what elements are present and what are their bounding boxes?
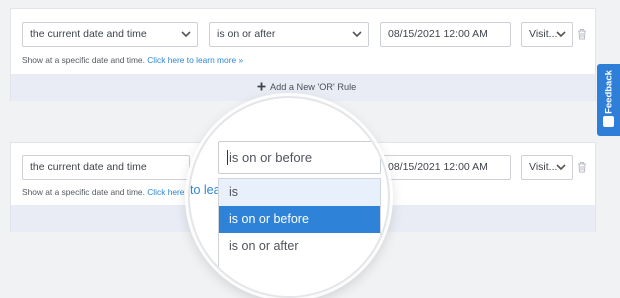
trash-icon[interactable] bbox=[577, 161, 587, 173]
chevron-down-icon bbox=[556, 31, 566, 37]
rule-hint-1: Show at a specific date and time. Click … bbox=[22, 55, 243, 65]
magnifier-content: to lea is on or before is is on or befor… bbox=[190, 98, 388, 296]
condition-select-2[interactable]: the current date and time bbox=[22, 155, 190, 180]
feedback-tab[interactable]: Feedback bbox=[597, 64, 620, 136]
rule-hint-1-text: Show at a specific date and time. bbox=[22, 55, 145, 65]
condition-select-2-value: the current date and time bbox=[30, 161, 147, 173]
operator-select-1-value: is on or after bbox=[217, 28, 276, 40]
datetime-input-2[interactable]: 08/15/2021 12:00 AM bbox=[380, 155, 511, 180]
learn-more-link-magnified[interactable]: to lea bbox=[190, 183, 221, 197]
learn-more-link-1[interactable]: Click here to learn more » bbox=[147, 55, 243, 65]
add-or-rule-button[interactable]: Add a New 'OR' Rule bbox=[257, 82, 356, 92]
operator-select-2-value: is on or before bbox=[229, 150, 313, 165]
rule-hint-2-text: Show at a specific date and time. bbox=[22, 187, 145, 197]
chevron-down-icon bbox=[556, 164, 566, 170]
text-caret bbox=[227, 150, 228, 165]
condition-select-1-value: the current date and time bbox=[30, 28, 147, 40]
dropdown-option-is[interactable]: is bbox=[219, 179, 380, 206]
feedback-icon bbox=[603, 116, 614, 127]
timezone-select-1[interactable]: Visit... bbox=[521, 22, 573, 47]
feedback-label: Feedback bbox=[603, 70, 614, 114]
timezone-select-1-value: Visit... bbox=[529, 28, 558, 40]
timezone-select-2-value: Visit... bbox=[529, 161, 558, 173]
timezone-select-2[interactable]: Visit... bbox=[521, 155, 573, 180]
trash-icon[interactable] bbox=[577, 28, 587, 40]
dropdown-option-is-on-or-after[interactable]: is on or after bbox=[219, 233, 380, 260]
condition-select-1[interactable]: the current date and time bbox=[22, 22, 198, 47]
rule-group-1: the current date and time is on or after… bbox=[10, 8, 596, 101]
dropdown-option-is-on-or-before[interactable]: is on or before bbox=[219, 206, 380, 233]
chevron-down-icon bbox=[181, 31, 191, 37]
datetime-input-2-value: 08/15/2021 12:00 AM bbox=[388, 161, 488, 173]
datetime-input-1[interactable]: 08/15/2021 12:00 AM bbox=[380, 22, 511, 47]
operator-dropdown-menu: is is on or before is on or after bbox=[218, 178, 381, 296]
add-or-rule-label: Add a New 'OR' Rule bbox=[270, 82, 357, 92]
datetime-input-1-value: 08/15/2021 12:00 AM bbox=[388, 28, 488, 40]
plus-icon bbox=[257, 82, 266, 91]
rule-hint-2: Show at a specific date and time. Click … bbox=[22, 187, 207, 197]
operator-select-1[interactable]: is on or after bbox=[209, 22, 369, 47]
chevron-down-icon bbox=[352, 31, 362, 37]
magnifier-lens: to lea is on or before is is on or befor… bbox=[188, 96, 390, 298]
operator-select-2-input[interactable]: is on or before bbox=[218, 141, 381, 174]
